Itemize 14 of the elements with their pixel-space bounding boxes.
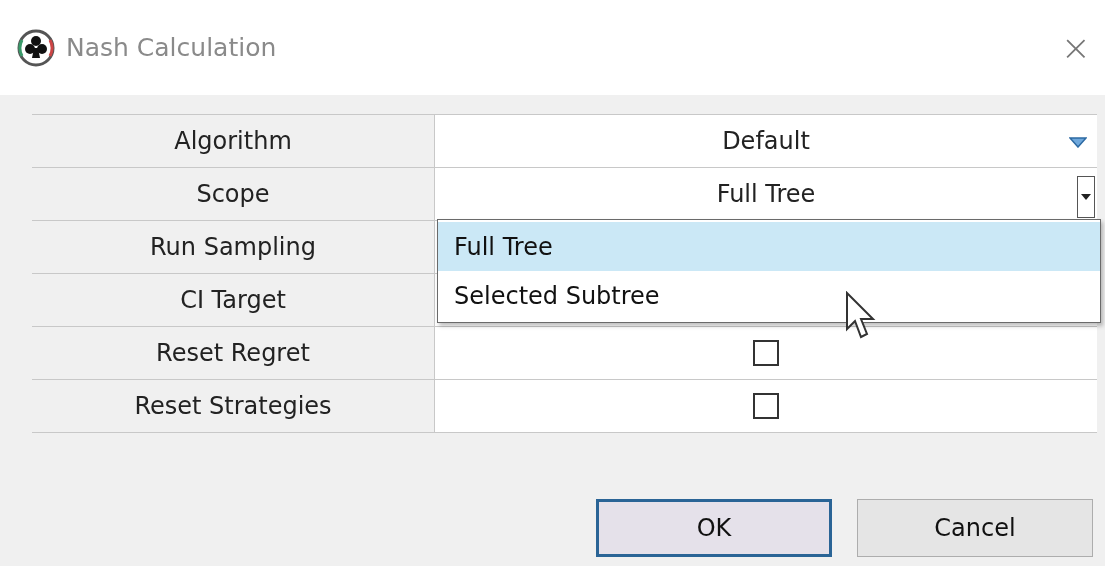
caret-icon — [1081, 194, 1091, 200]
window-title: Nash Calculation — [66, 31, 277, 64]
dropdown-arrow-icon[interactable] — [1069, 137, 1087, 148]
club-logo-icon — [16, 27, 56, 68]
dropdown-option[interactable]: Selected Subtree — [438, 271, 1100, 320]
dropdown-field[interactable]: Default — [435, 115, 1097, 167]
checkbox[interactable] — [753, 393, 779, 419]
dropdown-option[interactable]: Full Tree — [438, 222, 1100, 271]
checkbox[interactable] — [753, 340, 779, 366]
dialog-button[interactable]: Cancel — [857, 499, 1093, 557]
dialog-button[interactable]: OK — [596, 499, 832, 557]
dropdown-button[interactable] — [1077, 176, 1095, 218]
close-button[interactable]: × — [1060, 29, 1091, 66]
dropdown-field[interactable]: Full Tree — [435, 168, 1097, 220]
